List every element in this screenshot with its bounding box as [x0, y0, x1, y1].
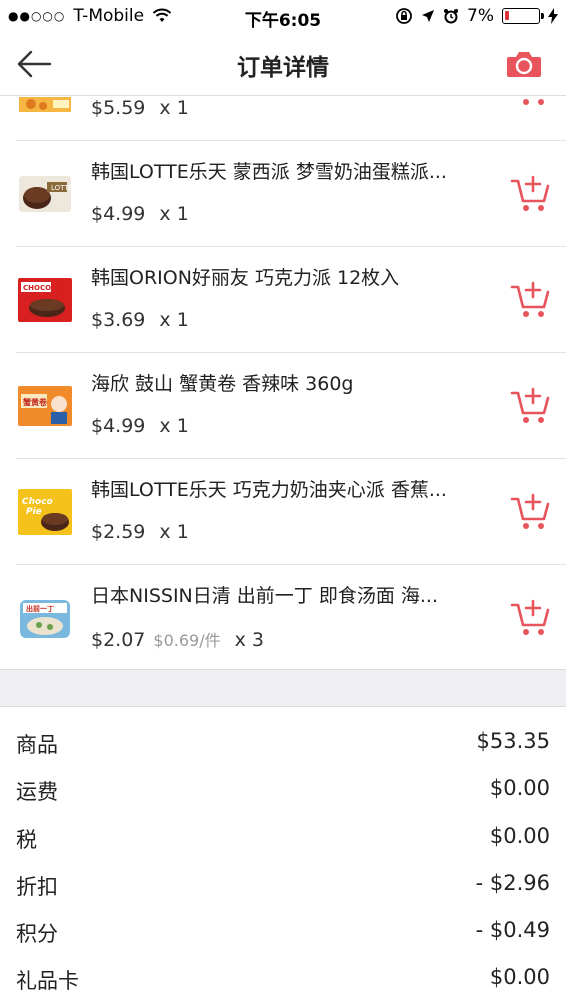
summary-row-points: 积分 - $0.49 [0, 908, 566, 955]
alarm-icon [444, 9, 459, 24]
product-qty: x 1 [159, 309, 189, 331]
section-divider [0, 669, 566, 707]
product-price: $2.59 [91, 521, 146, 543]
summary-row-subtotal: 商品 $53.35 [0, 719, 566, 766]
svg-text:出前一丁: 出前一丁 [26, 604, 54, 613]
list-item[interactable]: LOTTE 韩国LOTTE乐天 蒙西派 梦雪奶油蛋糕派... $4.99 x 1 [0, 141, 566, 247]
page-title: 订单详情 [237, 55, 329, 81]
svg-text:CHOCO PIE: CHOCO PIE [23, 284, 66, 292]
svg-text:Choco: Choco [22, 497, 53, 507]
product-name: 海欣 鼓山 蟹黄卷 香辣味 360g [91, 373, 354, 395]
product-qty: x 1 [159, 203, 189, 225]
summary-label: 运费 [16, 780, 58, 804]
summary-value: $0.00 [489, 965, 550, 989]
product-price-line: $2.07 $0.69/件 x 3 [91, 627, 264, 651]
battery-percent: 7% [467, 6, 494, 26]
product-name: 韩国ORION好丽友 巧克力派 12枚入 [91, 267, 400, 289]
product-price: $2.07 [91, 629, 146, 651]
product-thumbnail: LOTTE [17, 168, 73, 220]
status-bar: ●●○○○ T-Mobile 下午6:05 7% [0, 0, 566, 32]
summary-row-gift-card: 礼品卡 $0.00 [0, 955, 566, 1002]
product-price: $4.99 [91, 415, 146, 437]
summary-value: - $2.96 [475, 871, 550, 895]
list-item[interactable]: $5.59 x 1 [0, 97, 566, 141]
add-to-cart-icon[interactable] [510, 97, 552, 107]
product-thumbnail: 蟹黄卷 [17, 380, 73, 432]
add-to-cart-icon[interactable] [510, 491, 552, 531]
summary-value: $53.35 [476, 729, 550, 753]
product-thumbnail: CHOCO PIE [17, 274, 73, 326]
product-price-line: $5.59 x 1 [91, 97, 189, 119]
product-price: $5.59 [91, 97, 146, 119]
list-item[interactable]: Choco Pie 韩国LOTTE乐天 巧克力奶油夹心派 香蕉... $2.59… [0, 459, 566, 565]
orientation-lock-icon [396, 8, 412, 24]
list-item[interactable]: 蟹黄卷 海欣 鼓山 蟹黄卷 香辣味 360g $4.99 x 1 [0, 353, 566, 459]
add-to-cart-icon[interactable] [510, 173, 552, 213]
product-name: 日本NISSIN日清 出前一丁 即食汤面 海... [91, 585, 438, 607]
add-to-cart-icon[interactable] [510, 279, 552, 319]
summary-row-shipping: 运费 $0.00 [0, 766, 566, 813]
summary-row-tax: 税 $0.00 [0, 814, 566, 861]
product-name: 韩国LOTTE乐天 蒙西派 梦雪奶油蛋糕派... [91, 161, 447, 183]
product-price: $3.69 [91, 309, 146, 331]
summary-value: $0.00 [489, 776, 550, 800]
product-name: 韩国LOTTE乐天 巧克力奶油夹心派 香蕉... [91, 479, 447, 501]
summary-label: 商品 [16, 733, 58, 757]
charging-bolt-icon [548, 8, 558, 24]
product-thumbnail: Choco Pie [17, 486, 73, 538]
svg-text:Pie: Pie [26, 507, 42, 517]
product-qty: x 1 [159, 415, 189, 437]
svg-text:LOTTE: LOTTE [51, 184, 73, 192]
add-to-cart-icon[interactable] [510, 385, 552, 425]
location-arrow-icon [422, 10, 435, 22]
order-items-list: $5.59 x 1 LOTTE 韩国LOTTE乐天 蒙西派 梦雪奶油蛋糕派... … [0, 97, 566, 669]
summary-label: 礼品卡 [16, 969, 79, 993]
summary-label: 折扣 [16, 875, 58, 899]
nav-bar: 订单详情 [0, 32, 566, 96]
product-price: $4.99 [91, 203, 146, 225]
list-item[interactable]: 出前一丁 日本NISSIN日清 出前一丁 即食汤面 海... $2.07 $0.6… [0, 565, 566, 669]
product-thumbnail: 出前一丁 [17, 592, 73, 644]
product-price-line: $4.99 x 1 [91, 203, 189, 225]
list-item[interactable]: CHOCO PIE 韩国ORION好丽友 巧克力派 12枚入 $3.69 x 1 [0, 247, 566, 353]
add-to-cart-icon[interactable] [510, 597, 552, 637]
product-price-line: $2.59 x 1 [91, 521, 189, 543]
status-right: 7% [395, 6, 558, 26]
product-price-line: $4.99 x 1 [91, 415, 189, 437]
product-price-line: $3.69 x 1 [91, 309, 189, 331]
svg-text:蟹黄卷: 蟹黄卷 [22, 397, 48, 407]
summary-label: 税 [16, 828, 37, 852]
summary-value: $0.00 [489, 824, 550, 848]
summary-value: - $0.49 [475, 918, 550, 942]
battery-icon [502, 8, 544, 24]
product-qty: x 3 [234, 629, 264, 651]
product-qty: x 1 [159, 97, 189, 119]
product-unit-price: $0.69/件 [153, 631, 221, 650]
product-thumbnail [17, 97, 73, 114]
camera-icon[interactable] [506, 49, 542, 79]
summary-row-discount: 折扣 - $2.96 [0, 861, 566, 908]
summary-label: 积分 [16, 922, 58, 946]
product-qty: x 1 [159, 521, 189, 543]
